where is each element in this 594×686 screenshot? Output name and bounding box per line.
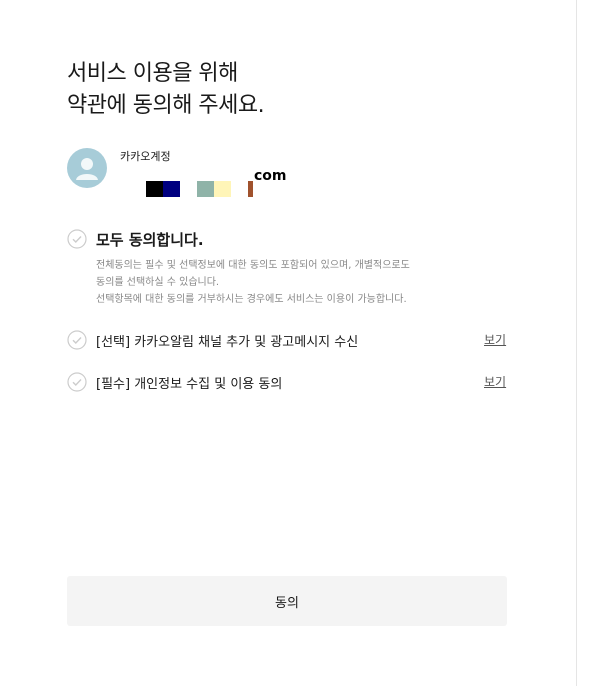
page-title: 서비스 이용을 위해 약관에 동의해 주세요.: [67, 58, 265, 122]
consent-description: 전체동의는 필수 및 선택정보에 대한 동의도 포함되어 있으며, 개별적으로도…: [96, 257, 466, 308]
term-label-privacy[interactable]: [필수] 개인정보 수집 및 이용 동의: [96, 373, 282, 392]
checkmark-circle-icon: [67, 229, 87, 249]
checkmark-circle-icon: [67, 330, 87, 350]
view-link-privacy[interactable]: 보기: [484, 373, 506, 390]
all-agree-label[interactable]: 모두 동의합니다.: [96, 229, 204, 250]
agree-button[interactable]: 동의: [67, 576, 507, 626]
page-title-line1: 서비스 이용을 위해: [67, 61, 238, 86]
page-title-line2: 약관에 동의해 주세요.: [67, 93, 265, 118]
checkmark-circle-icon: [67, 372, 87, 392]
term-label-marketing[interactable]: [선택] 카카오알림 채널 추가 및 광고메시지 수신: [96, 331, 358, 350]
description-line: 선택항목에 대한 동의를 거부하시는 경우에도 서비스는 이용이 가능합니다.: [96, 294, 407, 305]
term-checkbox-privacy[interactable]: [67, 372, 87, 392]
user-avatar-icon: [67, 148, 107, 188]
email-suffix: com: [254, 168, 287, 184]
consent-panel: 서비스 이용을 위해 약관에 동의해 주세요. 카카오계정 com 모두 동의합…: [0, 0, 577, 686]
all-agree-checkbox[interactable]: [67, 229, 87, 249]
description-line: 동의를 선택하실 수 있습니다.: [96, 277, 220, 288]
description-line: 전체동의는 필수 및 선택정보에 대한 동의도 포함되어 있으며, 개별적으로도: [96, 260, 410, 271]
account-label: 카카오계정: [120, 150, 171, 163]
view-link-marketing[interactable]: 보기: [484, 331, 506, 348]
term-checkbox-marketing[interactable]: [67, 330, 87, 350]
